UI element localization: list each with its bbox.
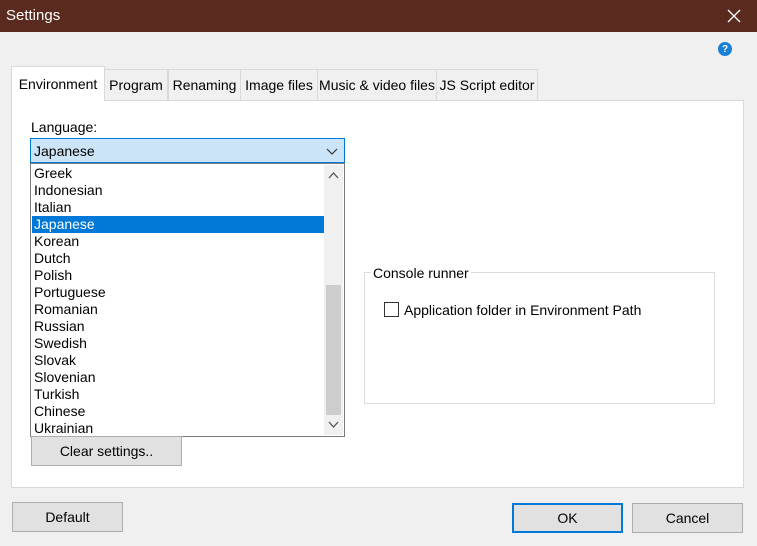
tab-js-script-editor[interactable]: JS Script editor: [436, 69, 538, 100]
language-option-portuguese[interactable]: Portuguese: [32, 284, 324, 301]
tab-program[interactable]: Program: [104, 69, 168, 100]
language-option-polish[interactable]: Polish: [32, 267, 324, 284]
env-path-checkbox[interactable]: [384, 302, 399, 317]
language-option-japanese[interactable]: Japanese: [32, 216, 324, 233]
language-option-indonesian[interactable]: Indonesian: [32, 182, 324, 199]
language-option-chinese[interactable]: Chinese: [32, 403, 324, 420]
help-icon[interactable]: ?: [718, 42, 732, 56]
language-option-romanian[interactable]: Romanian: [32, 301, 324, 318]
language-option-greek[interactable]: Greek: [32, 165, 324, 182]
default-button[interactable]: Default: [12, 502, 123, 532]
language-option-korean[interactable]: Korean: [32, 233, 324, 250]
language-option-slovak[interactable]: Slovak: [32, 352, 324, 369]
language-option-italian[interactable]: Italian: [32, 199, 324, 216]
tab-music-video-files[interactable]: Music & video files: [317, 69, 437, 100]
language-option-turkish[interactable]: Turkish: [32, 386, 324, 403]
language-dropdown-list[interactable]: Greek Indonesian Italian Japanese Korean…: [30, 163, 345, 437]
tab-image-files[interactable]: Image files: [240, 69, 318, 100]
cancel-button[interactable]: Cancel: [632, 503, 743, 533]
ok-button[interactable]: OK: [512, 503, 623, 533]
console-runner-group: Console runner: [364, 265, 715, 404]
language-option-ukrainian[interactable]: Ukrainian: [32, 420, 324, 436]
chevron-down-icon[interactable]: [326, 144, 338, 160]
window-title: Settings: [6, 7, 61, 24]
clear-settings-button[interactable]: Clear settings..: [31, 436, 182, 466]
language-option-slovenian[interactable]: Slovenian: [32, 369, 324, 386]
tab-renaming[interactable]: Renaming: [168, 69, 241, 100]
title-bar: Settings: [0, 0, 757, 32]
dropdown-scrollbar[interactable]: [324, 165, 343, 435]
language-label: Language:: [31, 119, 98, 135]
scrollbar-thumb[interactable]: [326, 285, 341, 415]
language-select[interactable]: Japanese: [30, 138, 345, 163]
chevron-up-icon[interactable]: [324, 167, 343, 183]
language-option-russian[interactable]: Russian: [32, 318, 324, 335]
tab-environment[interactable]: Environment: [11, 66, 105, 101]
env-path-checkbox-label[interactable]: Application folder in Environment Path: [404, 302, 641, 318]
language-selected-value: Japanese: [34, 143, 95, 159]
language-option-swedish[interactable]: Swedish: [32, 335, 324, 352]
close-icon[interactable]: [711, 0, 757, 32]
console-runner-title: Console runner: [371, 265, 471, 281]
language-option-dutch[interactable]: Dutch: [32, 250, 324, 267]
chevron-down-icon[interactable]: [324, 417, 343, 433]
